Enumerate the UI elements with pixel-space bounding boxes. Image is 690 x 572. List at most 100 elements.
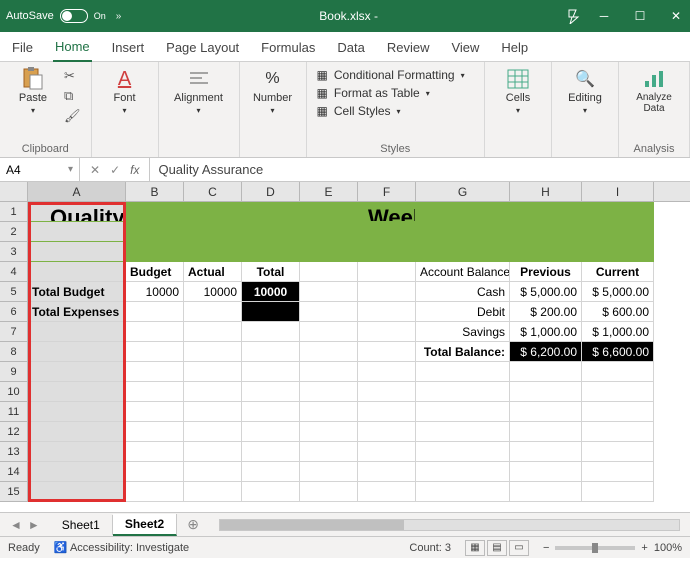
cell[interactable]	[184, 402, 242, 422]
cell[interactable]	[358, 462, 416, 482]
cell[interactable]	[242, 242, 300, 262]
add-sheet-button[interactable]: ⊕	[177, 516, 209, 533]
cell[interactable]	[358, 382, 416, 402]
cell[interactable]	[358, 362, 416, 382]
cell[interactable]	[184, 342, 242, 362]
cell[interactable]	[184, 382, 242, 402]
col-header-b[interactable]: B	[126, 182, 184, 201]
cell[interactable]	[582, 222, 654, 242]
cell[interactable]	[358, 222, 416, 242]
row-header[interactable]: 8	[0, 342, 28, 362]
cell[interactable]	[300, 382, 358, 402]
tab-help[interactable]: Help	[499, 36, 530, 61]
cell[interactable]	[126, 322, 184, 342]
cell[interactable]: Current	[582, 262, 654, 282]
view-page-layout-button[interactable]: ▤	[487, 540, 507, 556]
cell[interactable]	[126, 362, 184, 382]
spreadsheet-grid[interactable]: A B C D E F G H I 1 Quality Assurance We…	[0, 182, 690, 512]
cell[interactable]	[582, 362, 654, 382]
cell[interactable]	[126, 342, 184, 362]
cell[interactable]	[300, 442, 358, 462]
cell[interactable]	[126, 482, 184, 502]
cell[interactable]	[416, 382, 510, 402]
cell[interactable]	[300, 322, 358, 342]
cell[interactable]	[358, 342, 416, 362]
row-header[interactable]: 12	[0, 422, 28, 442]
cell[interactable]	[242, 302, 300, 322]
cell[interactable]	[184, 462, 242, 482]
cell[interactable]	[300, 482, 358, 502]
copy-icon[interactable]: ⧉	[64, 88, 81, 104]
cell[interactable]: Previous	[510, 262, 582, 282]
zoom-slider-thumb[interactable]	[592, 543, 598, 553]
cell[interactable]	[582, 482, 654, 502]
row-header[interactable]: 14	[0, 462, 28, 482]
cell[interactable]	[28, 482, 126, 502]
sheet-nav-next-icon[interactable]: ►	[28, 518, 40, 532]
cell[interactable]	[184, 222, 242, 242]
cell[interactable]	[300, 362, 358, 382]
maximize-button[interactable]: ☐	[632, 9, 648, 23]
tab-data[interactable]: Data	[335, 36, 366, 61]
format-painter-icon[interactable]: 🖌	[64, 108, 81, 124]
horizontal-scrollbar[interactable]	[219, 519, 680, 531]
cell[interactable]: 10000	[184, 282, 242, 302]
col-header-i[interactable]: I	[582, 182, 654, 201]
row-header[interactable]: 10	[0, 382, 28, 402]
cell[interactable]: Weekly Expenses	[358, 202, 416, 222]
col-header-f[interactable]: F	[358, 182, 416, 201]
row-header[interactable]: 3	[0, 242, 28, 262]
cell[interactable]	[126, 442, 184, 462]
cut-icon[interactable]: ✂	[64, 68, 81, 84]
cell[interactable]	[416, 222, 510, 242]
cell[interactable]	[300, 222, 358, 242]
cell[interactable]	[242, 442, 300, 462]
tab-home[interactable]: Home	[53, 35, 92, 62]
cell[interactable]: $ 6,200.00	[510, 342, 582, 362]
cells-button[interactable]: Cells ▾	[495, 68, 541, 115]
row-header[interactable]: 13	[0, 442, 28, 462]
cell[interactable]	[126, 242, 184, 262]
quick-access-more-icon[interactable]: »	[116, 11, 122, 22]
paste-button[interactable]: Paste ▾	[10, 68, 56, 115]
cell[interactable]	[184, 202, 242, 222]
format-as-table-button[interactable]: ▦ Format as Table ▾	[317, 86, 474, 100]
cell[interactable]	[126, 402, 184, 422]
cell[interactable]	[242, 362, 300, 382]
cell[interactable]	[510, 482, 582, 502]
cell[interactable]: Account Balance	[416, 262, 510, 282]
cell[interactable]	[126, 422, 184, 442]
cell[interactable]: Quality Assurance	[28, 202, 126, 222]
tab-page-layout[interactable]: Page Layout	[164, 36, 241, 61]
cell[interactable]: Cash	[416, 282, 510, 302]
cell[interactable]	[416, 202, 510, 222]
cell[interactable]	[416, 402, 510, 422]
zoom-level[interactable]: 100%	[654, 542, 682, 554]
cell[interactable]	[242, 402, 300, 422]
cell[interactable]	[28, 222, 126, 242]
cell[interactable]	[28, 362, 126, 382]
cell[interactable]	[242, 342, 300, 362]
cell[interactable]	[28, 382, 126, 402]
cell[interactable]	[510, 382, 582, 402]
cell[interactable]	[126, 302, 184, 322]
conditional-formatting-button[interactable]: ▦ Conditional Formatting ▾	[317, 68, 474, 82]
col-header-c[interactable]: C	[184, 182, 242, 201]
cell[interactable]	[28, 442, 126, 462]
row-header[interactable]: 4	[0, 262, 28, 282]
cell[interactable]	[184, 242, 242, 262]
cell[interactable]	[184, 302, 242, 322]
cell[interactable]	[510, 202, 582, 222]
formula-input[interactable]: Quality Assurance	[150, 158, 690, 181]
row-header[interactable]: 5	[0, 282, 28, 302]
font-button[interactable]: A Font ▾	[102, 68, 148, 115]
cell[interactable]: 10000	[242, 282, 300, 302]
sheet-tab-sheet2[interactable]: Sheet2	[113, 514, 177, 536]
cell[interactable]	[242, 422, 300, 442]
cell[interactable]	[184, 362, 242, 382]
toggle-switch-icon[interactable]	[60, 9, 88, 23]
name-box[interactable]: A4 ▾	[0, 158, 80, 181]
cell[interactable]: Total Balance:	[416, 342, 510, 362]
cell[interactable]	[242, 222, 300, 242]
cell[interactable]	[510, 462, 582, 482]
